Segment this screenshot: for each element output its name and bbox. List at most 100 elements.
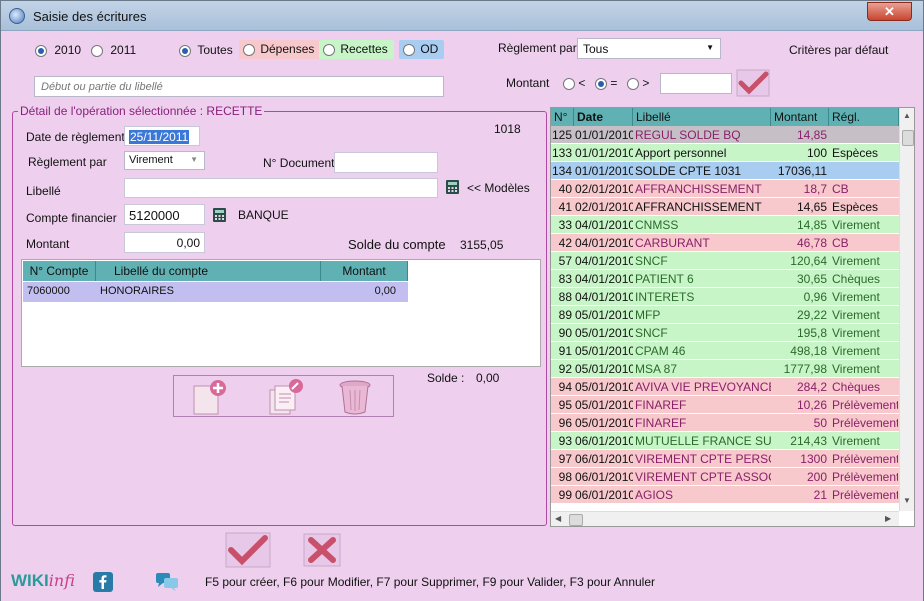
footer-bar: WIKIinfi F5 pour créer, F6 pour Modifier…: [1, 569, 923, 601]
montant-eq-radio[interactable]: =: [595, 76, 617, 90]
table-cell-n: 91: [558, 344, 572, 358]
date-input[interactable]: 25/11/2011: [124, 126, 200, 146]
table-row[interactable]: 41 02/01/2010 AFFRANCHISSEMENT 14,65 Espèces: [551, 198, 899, 216]
search-input[interactable]: Début ou partie du libellé: [34, 76, 444, 97]
table-cell-date: 05/01/2010: [575, 416, 633, 430]
table-row[interactable]: 9806/01/2010VIREMENT CPTE ASSOCIE 200 Prél…: [551, 468, 899, 486]
table-cell-n: 95: [558, 398, 572, 412]
table-cell-reg: Chèques: [832, 272, 881, 286]
edit-entry-icon[interactable]: [266, 378, 306, 416]
table-cell-mt: 100: [806, 146, 827, 160]
calculator-icon[interactable]: [445, 179, 460, 195]
table-cell-date: 01/01/2010: [575, 164, 633, 178]
col-header-date[interactable]: Date: [574, 108, 633, 126]
col-header-montant[interactable]: Montant: [771, 108, 829, 126]
grid-header-libelle[interactable]: Libellé du compte: [96, 261, 321, 281]
table-cell-date: 04/01/2010: [575, 254, 633, 268]
montant-gt-radio[interactable]: >: [627, 76, 649, 90]
table-row[interactable]: 134 01/01/2010 SOLDE CPTE 1031 17036,11: [551, 162, 899, 180]
table-cell-date: 05/01/2010: [575, 398, 633, 412]
hscroll-thumb[interactable]: [569, 514, 583, 526]
reglement-select[interactable]: Virement ▼: [124, 151, 205, 170]
table-cell-lib: CPAM 46: [635, 344, 686, 358]
table-cell-n: 134: [551, 164, 572, 178]
trash-icon[interactable]: [336, 378, 374, 416]
facebook-icon[interactable]: [93, 572, 113, 592]
table-row[interactable]: 88 04/01/2010 INTERETS 0,96 Virement: [551, 288, 899, 306]
table-row[interactable]: 91 05/01/2010 CPAM 46 498,18 Virement: [551, 342, 899, 360]
filter-depenses-radio[interactable]: Dépenses: [239, 40, 321, 59]
libelle-label: Libellé: [26, 184, 61, 198]
cancel-button[interactable]: [303, 533, 341, 567]
reglement-label: Règlement par: [28, 155, 107, 169]
col-header-n[interactable]: N°: [551, 108, 574, 126]
close-button[interactable]: ✕: [867, 2, 912, 21]
table-row[interactable]: 93 06/01/2010 MUTUELLE FRANCE SUD 214,43 Vir…: [551, 432, 899, 450]
table-cell-reg: Espèces: [832, 200, 879, 214]
table-cell-lib: MSA 87: [635, 362, 678, 376]
filter-recettes-radio[interactable]: Recettes: [319, 40, 394, 59]
scroll-down-icon[interactable]: ▼: [903, 496, 911, 505]
solde-compte-value: 3155,05: [460, 238, 504, 252]
montant-filter-label: Montant: [506, 76, 550, 90]
table-cell-lib: PATIENT 6: [635, 272, 694, 286]
modeles-link[interactable]: << Modèles: [467, 181, 530, 195]
compte-input[interactable]: 5120000: [124, 204, 205, 225]
table-cell-mt: 200: [806, 470, 827, 484]
new-entry-icon[interactable]: [188, 378, 228, 416]
radio-icon: [563, 77, 575, 90]
table-row[interactable]: 90 05/01/2010 SNCF 195,8 Virement: [551, 324, 899, 342]
col-header-libelle[interactable]: Libellé: [633, 108, 771, 126]
table-cell-lib: Apport personnel: [635, 146, 727, 160]
grid-cell-montant[interactable]: 0,00: [321, 282, 408, 302]
scroll-right-icon[interactable]: ▶: [885, 514, 891, 523]
grid-cell-compte[interactable]: 7060000: [23, 282, 96, 302]
scroll-thumb[interactable]: [902, 130, 914, 146]
year-2010-radio[interactable]: 2010: [35, 43, 81, 57]
horizontal-scrollbar[interactable]: ◀ ▶: [551, 511, 899, 526]
table-row[interactable]: 83 04/01/2010 PATIENT 6 30,65 Chèques: [551, 270, 899, 288]
radio-icon: [627, 77, 639, 90]
table-cell-reg: Virement: [832, 362, 880, 376]
table-cell-mt: 1300: [800, 452, 827, 466]
title-bar: Saisie des écritures ✕: [1, 1, 923, 31]
main-window: Saisie des écritures ✕ 2010 2011 Toutes …: [0, 0, 924, 601]
table-row[interactable]: 33 04/01/2010 CNMSS 14,85 Virement: [551, 216, 899, 234]
table-row[interactable]: 92 05/01/2010 MSA 87 1777,98 Virement: [551, 360, 899, 378]
montant-lt-radio[interactable]: <: [563, 76, 585, 90]
ndoc-input[interactable]: [334, 152, 438, 173]
year-2011-radio[interactable]: 2011: [91, 43, 136, 57]
montant-filter-input[interactable]: [660, 73, 732, 94]
grid-header-compte[interactable]: N° Compte: [23, 261, 96, 281]
table-row[interactable]: 99 06/01/2010 AGIOS 21 Prélèvement: [551, 486, 899, 504]
filter-toutes-radio[interactable]: Toutes: [179, 43, 233, 57]
table-row[interactable]: 94 05/01/2010 AVIVA VIE PREVOYANCE 284,2 Chè…: [551, 378, 899, 396]
table-row[interactable]: 89 05/01/2010 MFP 29,22 Virement: [551, 306, 899, 324]
table-row[interactable]: 42 04/01/2010 CARBURANT 46,78 CB: [551, 234, 899, 252]
scroll-left-icon[interactable]: ◀: [555, 514, 561, 523]
table-row[interactable]: 133 01/01/2010 Apport personnel 100 Espèces: [551, 144, 899, 162]
filter-od-radio[interactable]: OD: [399, 40, 445, 59]
criteres-defaut-link[interactable]: Critères par défaut: [789, 43, 888, 57]
montant-input[interactable]: 0,00: [124, 232, 205, 253]
radio-icon: [243, 43, 255, 56]
validate-button[interactable]: [225, 532, 271, 568]
table-row[interactable]: 95 05/01/2010 FINAREF 10,26 Prélèvement: [551, 396, 899, 414]
scroll-up-icon[interactable]: ▲: [903, 111, 911, 120]
grid-cell-libelle[interactable]: HONORAIRES: [96, 282, 321, 302]
table-row[interactable]: 97 06/01/2010 VIREMENT CPTE PERSO 1300 Prélè…: [551, 450, 899, 468]
table-row[interactable]: 40 02/01/2010 AFFRANCHISSEMENT 18,7 CB: [551, 180, 899, 198]
table-row[interactable]: 125 01/01/2010 REGUL SOLDE BQ 14,85: [551, 126, 899, 144]
calculator-icon[interactable]: [212, 207, 227, 223]
vertical-scrollbar[interactable]: ▲ ▼: [899, 108, 914, 511]
table-cell-lib: CARBURANT: [635, 236, 710, 250]
col-header-reglement[interactable]: Régl.: [829, 108, 899, 126]
reglement-filter-select[interactable]: Tous ▼: [577, 38, 721, 59]
grid-header-montant[interactable]: Montant: [321, 261, 408, 281]
libelle-input[interactable]: [124, 178, 438, 198]
reglement-filter-label: Règlement par: [498, 41, 577, 55]
chat-icon[interactable]: [155, 572, 179, 592]
apply-filter-check-icon[interactable]: [736, 69, 770, 97]
table-row[interactable]: 96 05/01/2010 FINAREF 50 Prélèvement: [551, 414, 899, 432]
table-row[interactable]: 57 04/01/2010 SNCF 120,64 Virement: [551, 252, 899, 270]
